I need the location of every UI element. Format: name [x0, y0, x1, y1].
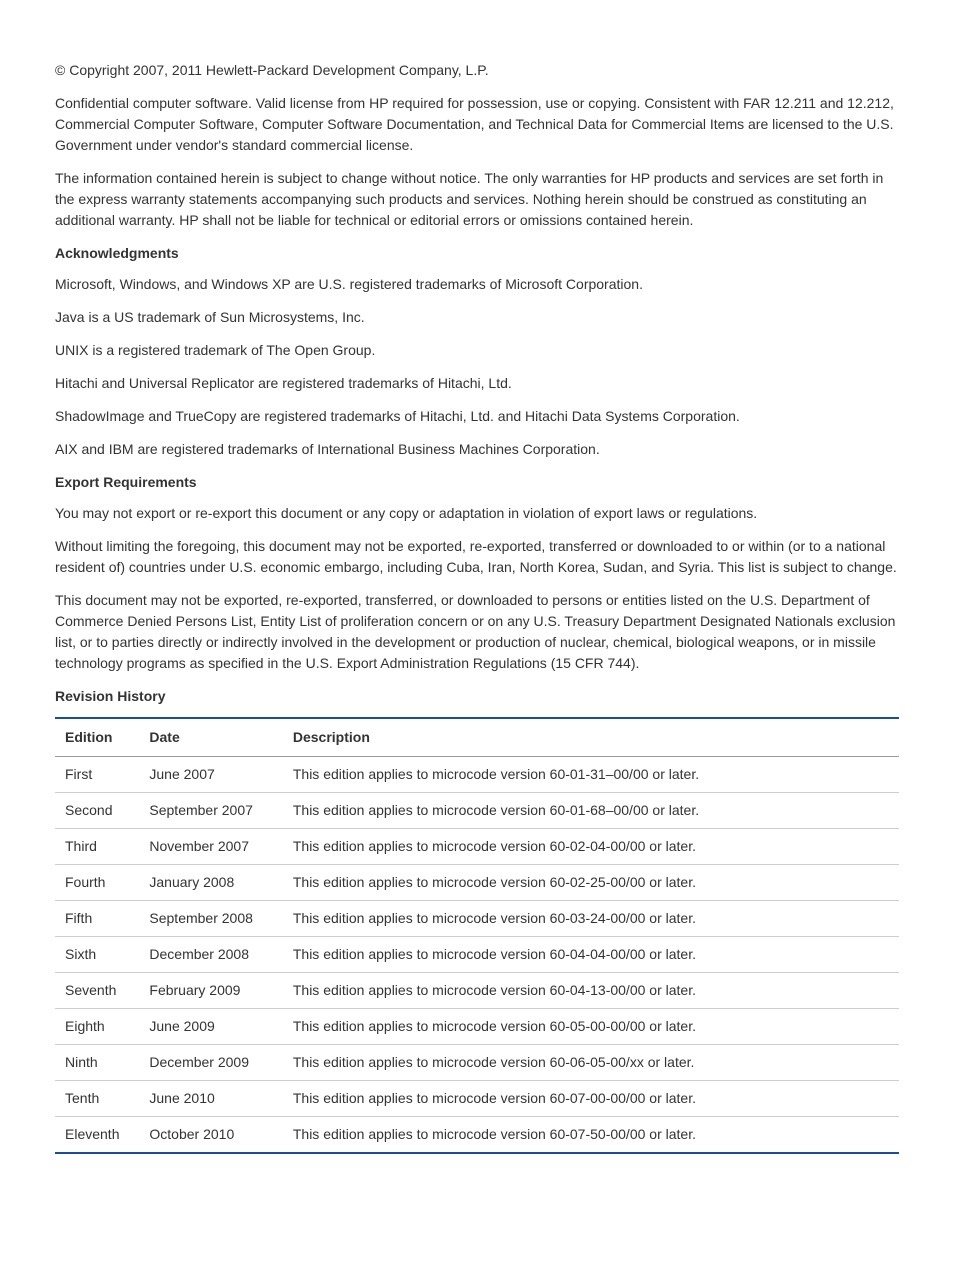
- td-date: February 2009: [139, 973, 282, 1009]
- ack-unix: UNIX is a registered trademark of The Op…: [55, 340, 899, 361]
- table-row: FourthJanuary 2008This edition applies t…: [55, 865, 899, 901]
- td-date: November 2007: [139, 829, 282, 865]
- table-row: FifthSeptember 2008This edition applies …: [55, 901, 899, 937]
- td-description: This edition applies to microcode versio…: [283, 793, 899, 829]
- td-edition: Eighth: [55, 1009, 139, 1045]
- ack-microsoft: Microsoft, Windows, and Windows XP are U…: [55, 274, 899, 295]
- td-date: September 2007: [139, 793, 282, 829]
- td-description: This edition applies to microcode versio…: [283, 901, 899, 937]
- td-description: This edition applies to microcode versio…: [283, 1117, 899, 1154]
- th-description: Description: [283, 718, 899, 757]
- revision-history-heading: Revision History: [55, 686, 899, 707]
- td-description: This edition applies to microcode versio…: [283, 757, 899, 793]
- table-row: SixthDecember 2008This edition applies t…: [55, 937, 899, 973]
- td-edition: Ninth: [55, 1045, 139, 1081]
- td-date: December 2008: [139, 937, 282, 973]
- td-description: This edition applies to microcode versio…: [283, 1081, 899, 1117]
- td-edition: Seventh: [55, 973, 139, 1009]
- td-description: This edition applies to microcode versio…: [283, 937, 899, 973]
- th-edition: Edition: [55, 718, 139, 757]
- export-requirements-heading: Export Requirements: [55, 472, 899, 493]
- export-paragraph-1: You may not export or re-export this doc…: [55, 503, 899, 524]
- td-description: This edition applies to microcode versio…: [283, 1045, 899, 1081]
- td-date: June 2007: [139, 757, 282, 793]
- td-edition: Tenth: [55, 1081, 139, 1117]
- td-description: This edition applies to microcode versio…: [283, 829, 899, 865]
- table-header-row: Edition Date Description: [55, 718, 899, 757]
- td-description: This edition applies to microcode versio…: [283, 1009, 899, 1045]
- ack-hitachi: Hitachi and Universal Replicator are reg…: [55, 373, 899, 394]
- table-row: SecondSeptember 2007This edition applies…: [55, 793, 899, 829]
- td-edition: Second: [55, 793, 139, 829]
- td-description: This edition applies to microcode versio…: [283, 865, 899, 901]
- info-notice-paragraph: The information contained herein is subj…: [55, 168, 899, 231]
- td-date: December 2009: [139, 1045, 282, 1081]
- td-date: June 2010: [139, 1081, 282, 1117]
- acknowledgments-heading: Acknowledgments: [55, 243, 899, 264]
- export-paragraph-2: Without limiting the foregoing, this doc…: [55, 536, 899, 578]
- td-edition: Fifth: [55, 901, 139, 937]
- td-description: This edition applies to microcode versio…: [283, 973, 899, 1009]
- table-row: SeventhFebruary 2009This edition applies…: [55, 973, 899, 1009]
- table-row: NinthDecember 2009This edition applies t…: [55, 1045, 899, 1081]
- td-date: January 2008: [139, 865, 282, 901]
- table-row: FirstJune 2007This edition applies to mi…: [55, 757, 899, 793]
- ack-java: Java is a US trademark of Sun Microsyste…: [55, 307, 899, 328]
- copyright-line: © Copyright 2007, 2011 Hewlett-Packard D…: [55, 60, 899, 81]
- td-edition: First: [55, 757, 139, 793]
- table-row: EleventhOctober 2010This edition applies…: [55, 1117, 899, 1154]
- ack-shadowimage: ShadowImage and TrueCopy are registered …: [55, 406, 899, 427]
- th-date: Date: [139, 718, 282, 757]
- td-edition: Fourth: [55, 865, 139, 901]
- td-date: October 2010: [139, 1117, 282, 1154]
- revision-history-table: Edition Date Description FirstJune 2007T…: [55, 717, 899, 1154]
- table-row: ThirdNovember 2007This edition applies t…: [55, 829, 899, 865]
- td-date: June 2009: [139, 1009, 282, 1045]
- td-edition: Eleventh: [55, 1117, 139, 1154]
- td-date: September 2008: [139, 901, 282, 937]
- td-edition: Third: [55, 829, 139, 865]
- table-row: EighthJune 2009This edition applies to m…: [55, 1009, 899, 1045]
- table-row: TenthJune 2010This edition applies to mi…: [55, 1081, 899, 1117]
- ack-aix: AIX and IBM are registered trademarks of…: [55, 439, 899, 460]
- td-edition: Sixth: [55, 937, 139, 973]
- export-paragraph-3: This document may not be exported, re-ex…: [55, 590, 899, 674]
- confidential-paragraph: Confidential computer software. Valid li…: [55, 93, 899, 156]
